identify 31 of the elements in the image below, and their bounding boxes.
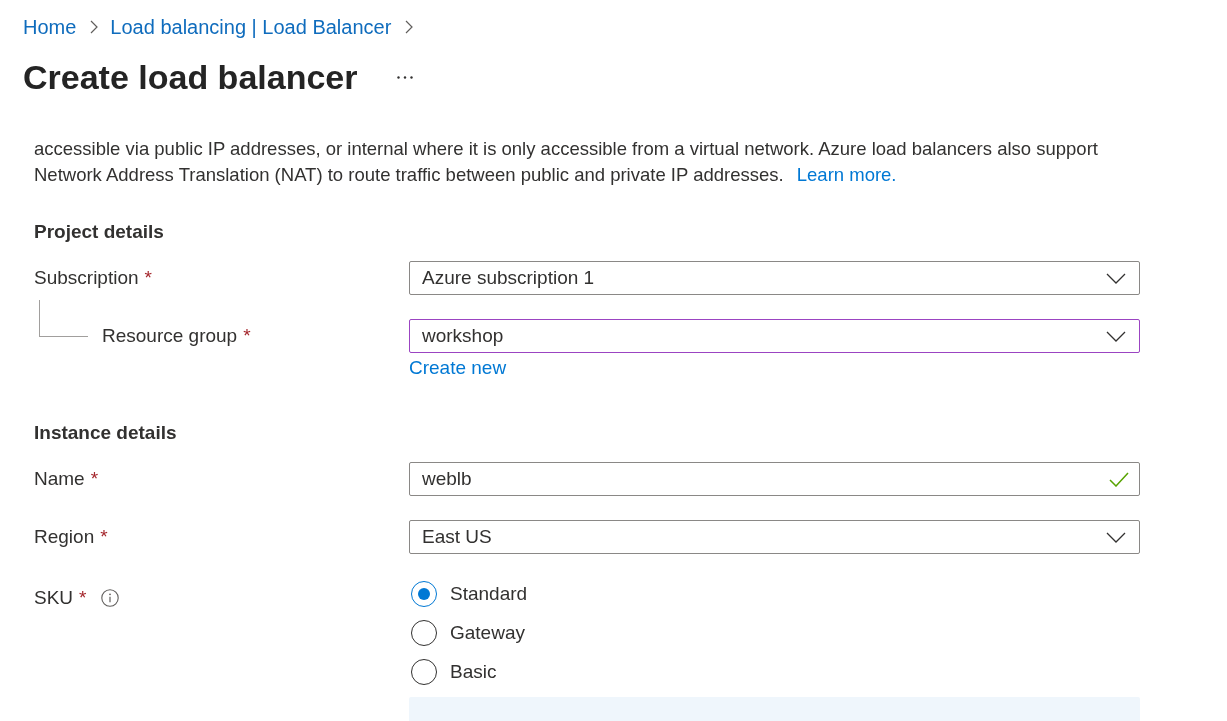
section-heading: Instance details: [34, 421, 177, 445]
field-label: Region *: [34, 526, 108, 548]
radio-label[interactable]: Gateway: [450, 621, 525, 644]
description-text: accessible via public IP addresses, or internal where it is only accessible from a virtual network. Azure load balancers also support Network Address Translation (NAT) to route traffic between public and private IP addresses. Learn more.: [34, 137, 1099, 187]
more-icon[interactable]: [397, 75, 414, 79]
field-label: Resource group *: [102, 325, 251, 347]
chevron-down-icon: [1106, 272, 1126, 284]
text-field[interactable]: weblb: [409, 462, 1140, 496]
section-heading: Project details: [34, 220, 164, 244]
chevron-down-icon: [1106, 330, 1126, 342]
dropdown[interactable]: workshop: [409, 319, 1140, 353]
dropdown[interactable]: Azure subscription 1: [409, 261, 1140, 295]
chevron-right-icon: [90, 20, 99, 34]
breadcrumb-link[interactable]: Home: [23, 14, 77, 40]
radio-button[interactable]: [411, 658, 437, 685]
chevron-right-icon: [405, 20, 414, 34]
dropdown[interactable]: East US: [409, 520, 1140, 554]
field-label: SKU *: [34, 587, 87, 609]
field-label: Subscription *: [34, 267, 152, 289]
radio-button[interactable]: [411, 580, 437, 607]
field-label: Name *: [34, 468, 99, 490]
radio-label[interactable]: Basic: [450, 660, 497, 683]
tree-connector-line: [39, 300, 88, 337]
page-title: Create load balancer: [23, 57, 358, 98]
radio-button[interactable]: [411, 619, 437, 646]
chevron-down-icon: [1106, 531, 1126, 543]
breadcrumb-link[interactable]: Load balancing | Load Balancer: [110, 14, 392, 40]
learn-more-link[interactable]: Learn more.: [796, 164, 897, 185]
radio-label[interactable]: Standard: [450, 582, 528, 605]
info-icon[interactable]: [101, 589, 120, 607]
create-new-link[interactable]: Create new: [409, 356, 507, 380]
